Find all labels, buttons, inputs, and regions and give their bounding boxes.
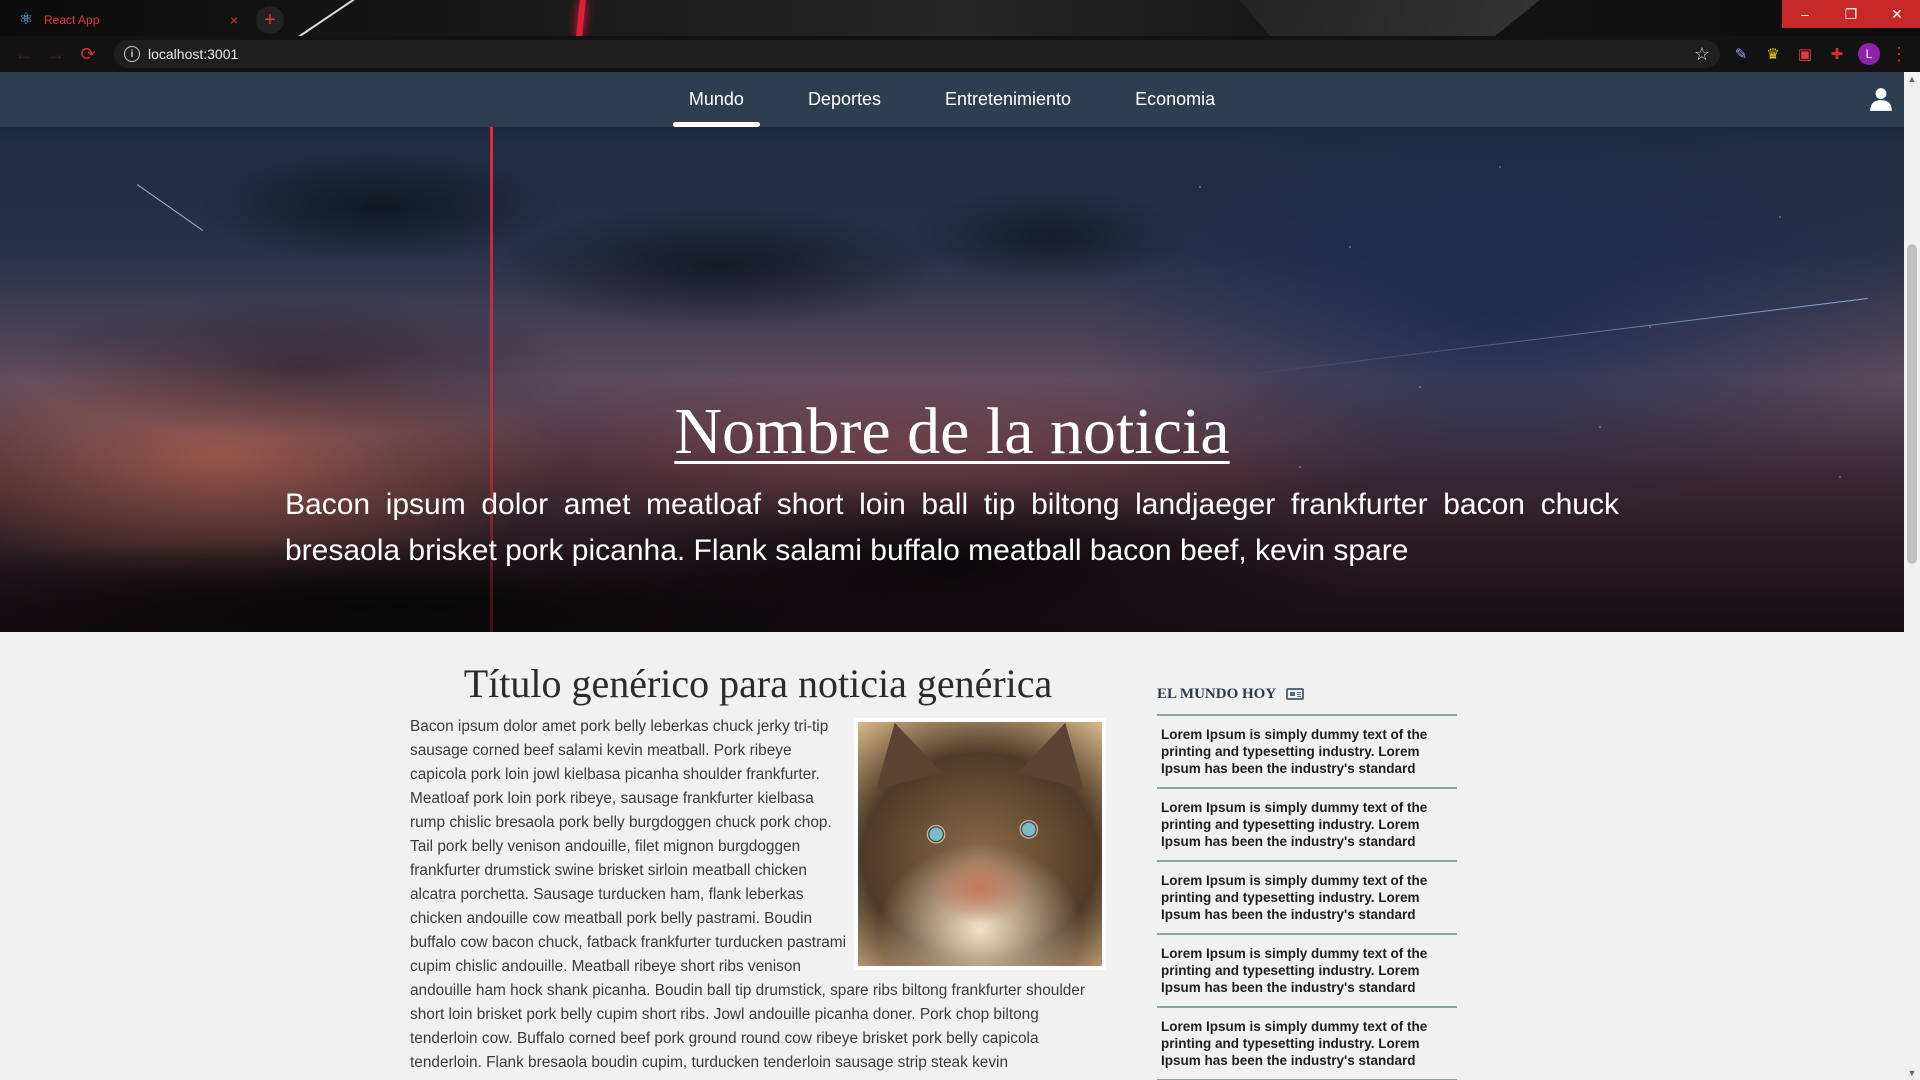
sidebar-news-item[interactable]: Lorem Ipsum is simply dummy text of the …: [1157, 1008, 1457, 1080]
nav-item-entretenimiento[interactable]: Entretenimiento: [929, 72, 1087, 127]
crown-extension-icon[interactable]: ♛: [1762, 43, 1784, 65]
wallpaper-streak: [295, 0, 355, 36]
tab-close-icon[interactable]: ×: [230, 12, 238, 28]
address-bar[interactable]: i localhost:3001 ☆: [114, 40, 1720, 68]
site-navbar: Mundo Deportes Entretenimiento Economia: [0, 72, 1904, 127]
sidebar-news-item[interactable]: Lorem Ipsum is simply dummy text of the …: [1157, 935, 1457, 1008]
back-arrow-icon[interactable]: ←: [10, 40, 38, 68]
nav-item-economia[interactable]: Economia: [1119, 72, 1231, 127]
media-extension-icon[interactable]: ▣: [1794, 43, 1816, 65]
newspaper-icon: [1286, 688, 1305, 700]
wallpaper-facet: [1240, 0, 1540, 36]
scroll-up-icon[interactable]: ▲: [1907, 74, 1917, 84]
sidebar: EL MUNDO HOY Lorem Ipsum is simply dummy…: [1157, 632, 1457, 1080]
pen-extension-icon[interactable]: ✎: [1730, 43, 1752, 65]
cat-ear: [861, 714, 943, 790]
reload-icon[interactable]: ⟳: [74, 40, 102, 68]
hero-title-link[interactable]: Nombre de la noticia: [0, 394, 1904, 470]
minimize-button[interactable]: –: [1782, 0, 1828, 28]
wallpaper-red-streak: [576, 0, 586, 36]
nav-item-mundo[interactable]: Mundo: [672, 72, 760, 127]
tab-title: React App: [44, 13, 100, 27]
sidebar-heading: EL MUNDO HOY: [1157, 682, 1457, 716]
page-viewport: Mundo Deportes Entretenimiento Economia …: [0, 72, 1904, 1080]
scrollbar-thumb[interactable]: [1907, 244, 1917, 564]
sidebar-news-item[interactable]: Lorem Ipsum is simply dummy text of the …: [1157, 789, 1457, 862]
sidebar-news-item[interactable]: Lorem Ipsum is simply dummy text of the …: [1157, 716, 1457, 789]
page-scrollbar[interactable]: ▲ ▼: [1904, 72, 1920, 1080]
hero-summary: Bacon ipsum dolor amet meatloaf short lo…: [285, 488, 1619, 567]
react-favicon-icon: ⚛: [18, 11, 34, 28]
article-title: Título genérico para noticia genérica: [463, 661, 1053, 706]
hero-banner: Nombre de la noticia Bacon ipsum dolor a…: [0, 127, 1904, 632]
url-text[interactable]: localhost:3001: [148, 46, 1686, 62]
puzzle-extension-icon[interactable]: ✚: [1826, 43, 1848, 65]
sidebar-heading-text: EL MUNDO HOY: [1157, 685, 1277, 702]
sidebar-news-item[interactable]: Lorem Ipsum is simply dummy text of the …: [1157, 862, 1457, 935]
info-icon[interactable]: i: [124, 46, 140, 62]
star-icon[interactable]: ☆: [1694, 44, 1710, 65]
kebab-menu-icon[interactable]: ⋮: [1890, 44, 1908, 65]
scroll-down-icon[interactable]: ▼: [1907, 1068, 1917, 1078]
user-icon[interactable]: [1868, 86, 1894, 112]
close-window-button[interactable]: ✕: [1874, 0, 1920, 28]
browser-toolbar: ← → ⟳ i localhost:3001 ☆ ✎ ♛ ▣ ✚ L ⋮: [0, 36, 1920, 72]
restore-button[interactable]: ❐: [1828, 0, 1874, 28]
forward-arrow-icon[interactable]: →: [42, 40, 70, 68]
browser-tabstrip: ⚛ React App × + – ❐ ✕: [0, 0, 1920, 36]
browser-tab[interactable]: ⚛ React App ×: [8, 4, 248, 36]
content-area: Título genérico para noticia genérica Ba…: [0, 632, 1904, 1080]
profile-avatar[interactable]: L: [1858, 43, 1880, 65]
new-tab-button[interactable]: +: [256, 6, 284, 34]
nav-item-deportes[interactable]: Deportes: [792, 72, 897, 127]
cat-photo-image: [854, 714, 1106, 970]
cat-ear: [1017, 714, 1099, 790]
article: Título genérico para noticia genérica Ba…: [410, 632, 1106, 1075]
